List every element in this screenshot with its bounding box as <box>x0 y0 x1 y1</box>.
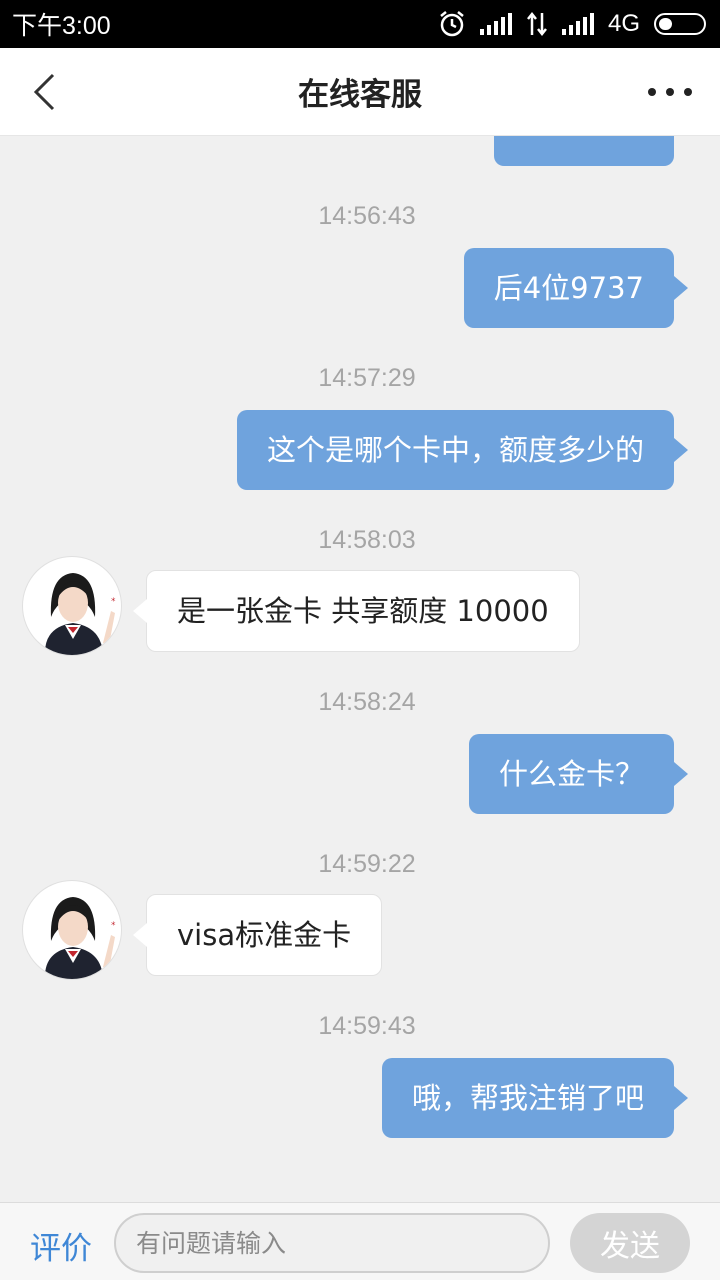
svg-text:⁎: ⁎ <box>111 594 116 604</box>
message-timestamp: 14:58:24 <box>318 688 416 716</box>
agent-message-bubble[interactable]: 是一张金卡 共享额度 10000 <box>133 570 580 652</box>
message-timestamp: 14:59:43 <box>318 1012 416 1040</box>
alarm-icon <box>440 11 464 37</box>
status-bar: 下午3:00 4G <box>0 0 720 48</box>
agent-portrait-icon: ⁎ <box>44 573 116 655</box>
chat-area[interactable]: 14:56:43 后4位9737 14:57:29 这个是哪个卡中，额度多少的 … <box>0 136 720 1202</box>
data-transfer-icon <box>527 11 547 37</box>
agent-avatar[interactable]: ⁎ <box>22 556 122 656</box>
back-button[interactable] <box>24 70 64 114</box>
input-bar: 评价 发送 <box>0 1202 720 1280</box>
message-timestamp: 14:59:22 <box>318 850 416 878</box>
send-button[interactable]: 发送 <box>570 1213 690 1273</box>
nav-bar: 在线客服 <box>0 48 720 136</box>
battery-icon <box>654 13 706 35</box>
dot-icon <box>648 88 656 96</box>
user-message-bubble[interactable]: 哦，帮我注销了吧 <box>381 1058 689 1138</box>
dot-icon <box>666 88 674 96</box>
dot-icon <box>684 88 692 96</box>
rate-button[interactable]: 评价 <box>30 1223 92 1268</box>
status-icons: 4G <box>438 10 706 38</box>
svg-text:⁎: ⁎ <box>111 918 116 928</box>
signal-icon-2 <box>561 13 594 35</box>
page-title: 在线客服 <box>298 77 422 113</box>
agent-message-bubble[interactable]: visa标准金卡 <box>132 894 383 976</box>
message-timestamp: 14:58:03 <box>318 526 416 554</box>
agent-avatar[interactable]: ⁎ <box>22 880 122 980</box>
status-time: 下午3:00 <box>12 12 111 40</box>
network-type: 4G <box>607 10 640 37</box>
signal-icon <box>479 13 512 35</box>
chevron-left-icon <box>33 73 55 111</box>
partial-message-bubble <box>494 136 674 166</box>
message-timestamp: 14:56:43 <box>318 202 416 230</box>
agent-portrait-icon: ⁎ <box>44 897 116 979</box>
user-message-bubble[interactable]: 什么金卡？ <box>468 734 689 814</box>
message-input[interactable] <box>114 1213 550 1273</box>
more-options-button[interactable] <box>648 78 692 106</box>
message-timestamp: 14:57:29 <box>318 364 416 392</box>
user-message-bubble[interactable]: 后4位9737 <box>463 248 689 328</box>
user-message-bubble[interactable]: 这个是哪个卡中，额度多少的 <box>236 410 689 490</box>
